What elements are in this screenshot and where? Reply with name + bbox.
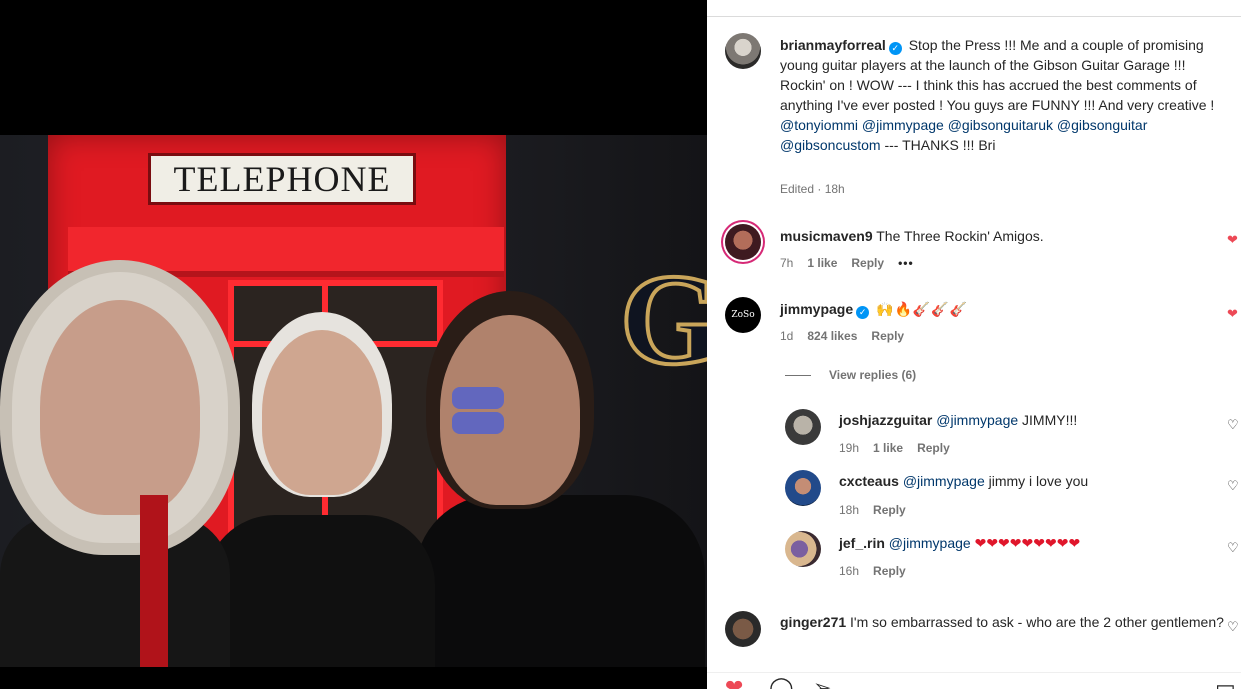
post-photo[interactable]: TELEPHONE G	[0, 135, 707, 667]
comment-meta: 18h Reply	[839, 503, 920, 517]
view-replies-label: View replies (6)	[829, 368, 917, 382]
comment-username[interactable]: musicmaven9	[780, 228, 873, 244]
comment-username[interactable]: joshjazzguitar	[839, 412, 932, 428]
comment-username[interactable]: jimmypage	[780, 301, 853, 317]
comment-time: 19h	[839, 441, 860, 455]
comment-meta: 1d 824 likes Reply	[780, 329, 918, 343]
comment-time: 16h	[839, 564, 860, 578]
avatar[interactable]	[785, 409, 821, 445]
person-left-body	[0, 515, 230, 667]
comment-meta: 7h 1 like Reply •••	[780, 256, 928, 270]
tinted-glasses	[452, 387, 572, 434]
like-heart-icon[interactable]: ♡	[1227, 479, 1241, 492]
mention-link[interactable]: @jimmypage	[903, 473, 985, 489]
post-photo-pane: TELEPHONE G	[0, 0, 707, 689]
share-icon[interactable]: ➢	[813, 677, 831, 689]
comment-text: I'm so embarrassed to ask - who are the …	[850, 614, 1224, 630]
comment-likes[interactable]: 824 likes	[807, 329, 857, 343]
comment-username[interactable]: jef_.rin	[839, 535, 885, 551]
booth-roof	[68, 227, 504, 277]
comment-text: JIMMY!!!	[1022, 412, 1078, 428]
like-heart-icon[interactable]: ♡	[1227, 620, 1241, 633]
mention-link[interactable]: @jimmypage	[936, 412, 1018, 428]
comment-meta: 19h 1 like Reply	[839, 441, 964, 455]
avatar[interactable]	[725, 33, 761, 69]
avatar[interactable]	[785, 531, 821, 567]
comment: ginger271 I'm so embarrassed to ask - wh…	[780, 612, 1225, 632]
comment-time: 18h	[839, 503, 860, 517]
telephone-sign: TELEPHONE	[148, 153, 416, 205]
reply-button[interactable]: Reply	[871, 329, 904, 343]
avatar[interactable]	[725, 611, 761, 647]
gibson-logo: G	[618, 246, 707, 394]
comment-text: The Three Rockin' Amigos.	[876, 228, 1044, 244]
divider	[785, 375, 811, 377]
like-heart-icon[interactable]: ♡	[1227, 418, 1241, 431]
caption-meta: Edited · 18h	[780, 182, 845, 196]
caption-username[interactable]: brianmayforreal	[780, 37, 886, 53]
like-heart-icon[interactable]: ♡	[1227, 541, 1241, 554]
avatar-symbol: ZoSo	[731, 310, 755, 320]
avatar[interactable]: ZoSo	[725, 297, 761, 333]
reply-comment: jef_.rin @jimmypage ❤❤❤❤❤❤❤❤❤	[839, 533, 1219, 553]
comment-hearts-text: ❤❤❤❤❤❤❤❤❤	[974, 535, 1081, 551]
like-heart-icon[interactable]: ❤	[725, 677, 743, 689]
comment: jimmypage ✓ 🙌🔥🎸🎸🎸	[780, 299, 1225, 319]
reply-button[interactable]: Reply	[873, 564, 906, 578]
reply-button[interactable]: Reply	[873, 503, 906, 517]
comments-panel: brianmayforreal ✓ Stop the Press !!! Me a…	[707, 0, 1241, 689]
liked-heart-icon[interactable]: ❤	[1227, 233, 1241, 246]
mention-link[interactable]: @tonyiommi	[780, 117, 858, 133]
red-scarf	[140, 495, 168, 667]
reply-button[interactable]: Reply	[917, 441, 950, 455]
comment-text: jimmy i love you	[988, 473, 1089, 489]
liked-heart-icon[interactable]: ❤	[1227, 307, 1241, 320]
comment-icon[interactable]: ◯	[769, 677, 794, 689]
comment-meta: 16h Reply	[839, 564, 920, 578]
avatar[interactable]	[725, 224, 761, 260]
verified-badge-icon: ✓	[888, 42, 902, 55]
view-replies-button[interactable]: View replies (6)	[785, 368, 916, 382]
mention-link[interactable]: @jimmypage	[889, 535, 971, 551]
comment: musicmaven9 The Three Rockin' Amigos.	[780, 226, 1225, 246]
person-right-body	[415, 495, 705, 667]
comment-emoji-text: 🙌🔥🎸🎸🎸	[876, 301, 969, 317]
post-caption: brianmayforreal ✓ Stop the Press !!! Me a…	[780, 35, 1225, 155]
mention-link[interactable]: @gibsoncustom	[780, 137, 881, 153]
bookmark-icon[interactable]: ▭	[1215, 677, 1236, 689]
mention-link[interactable]: @gibsonguitaruk	[948, 117, 1053, 133]
person-middle-head	[262, 330, 382, 495]
divider	[707, 16, 1241, 17]
comment-time: 1d	[780, 329, 794, 343]
person-left-head	[40, 300, 200, 515]
comment-time: 7h	[780, 256, 794, 270]
comment-username[interactable]: cxcteaus	[839, 473, 899, 489]
reply-comment: joshjazzguitar @jimmypage JIMMY!!!	[839, 410, 1219, 430]
comment-likes[interactable]: 1 like	[807, 256, 837, 270]
reply-button[interactable]: Reply	[851, 256, 884, 270]
avatar[interactable]	[785, 470, 821, 506]
verified-badge-icon: ✓	[856, 306, 870, 319]
comment-username[interactable]: ginger271	[780, 614, 846, 630]
post-action-bar: ❤ ◯ ➢ ▭	[707, 672, 1241, 689]
mention-link[interactable]: @gibsonguitar	[1057, 117, 1148, 133]
more-options-icon[interactable]: •••	[898, 256, 914, 270]
panel-header	[707, 0, 1241, 16]
mention-link[interactable]: @jimmypage	[862, 117, 944, 133]
caption-text-end: --- THANKS !!! Bri	[880, 137, 996, 153]
person-right-head	[440, 315, 580, 505]
reply-comment: cxcteaus @jimmypage jimmy i love you	[839, 471, 1219, 491]
comment-likes[interactable]: 1 like	[873, 441, 903, 455]
person-middle-body	[205, 515, 435, 667]
